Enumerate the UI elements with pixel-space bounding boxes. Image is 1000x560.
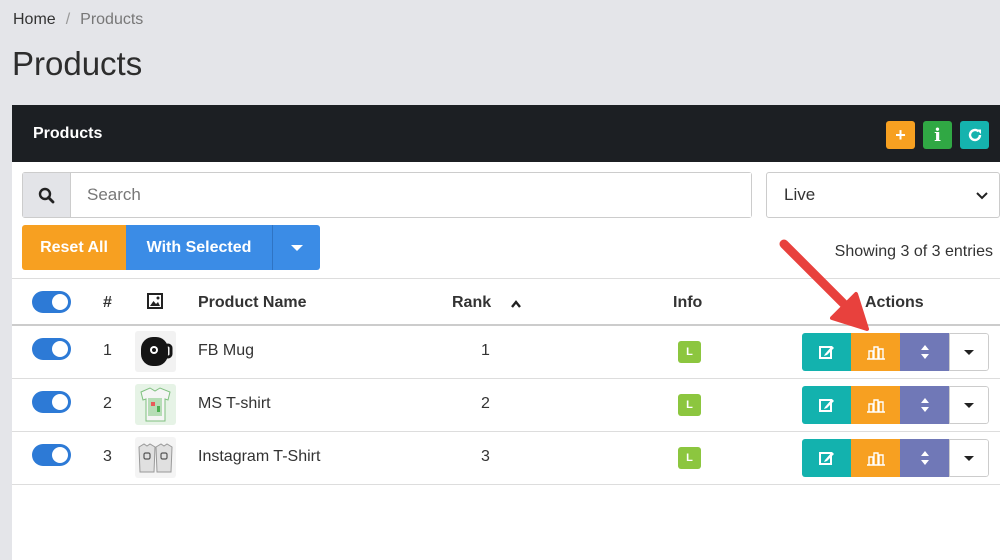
column-rank[interactable]: Rank bbox=[452, 294, 491, 312]
image-column-header bbox=[147, 293, 163, 314]
info-badge: L bbox=[678, 341, 701, 363]
building-stats-icon bbox=[866, 346, 885, 360]
more-actions-dropdown[interactable] bbox=[949, 386, 989, 424]
row-actions bbox=[802, 439, 989, 477]
product-name: MS T-shirt bbox=[198, 395, 271, 412]
product-name: Instagram T-Shirt bbox=[198, 448, 321, 465]
edit-button[interactable] bbox=[802, 333, 851, 371]
product-thumbnail[interactable] bbox=[135, 331, 176, 372]
page-title: Products bbox=[12, 45, 143, 82]
row-live-toggle[interactable] bbox=[32, 338, 71, 360]
product-thumbnail[interactable] bbox=[135, 437, 176, 478]
caret-down-icon bbox=[964, 455, 974, 461]
more-actions-dropdown[interactable] bbox=[949, 333, 989, 371]
status-select-value: Live bbox=[784, 185, 816, 204]
breadcrumb: Home / Products bbox=[13, 11, 143, 29]
product-rank: 2 bbox=[481, 395, 490, 412]
table-row: 1 FB Mug 1 L bbox=[12, 326, 1000, 379]
sort-icon bbox=[920, 398, 929, 412]
row-number: 2 bbox=[103, 395, 112, 412]
select-all-toggle[interactable] bbox=[32, 291, 71, 313]
info-badge: L bbox=[678, 447, 701, 469]
reorder-button[interactable] bbox=[900, 333, 949, 371]
caret-down-icon bbox=[964, 402, 974, 408]
refresh-button[interactable] bbox=[960, 121, 989, 149]
add-product-button[interactable]: + bbox=[886, 121, 915, 149]
sort-up-icon[interactable] bbox=[510, 296, 522, 314]
row-number: 3 bbox=[103, 448, 112, 465]
row-live-toggle[interactable] bbox=[32, 444, 71, 466]
column-info: Info bbox=[673, 294, 703, 311]
table-row: 2 MS T-shirt 2 L bbox=[12, 379, 1000, 432]
stats-button[interactable] bbox=[851, 333, 900, 371]
search-group bbox=[22, 172, 752, 218]
column-product-name[interactable]: Product Name bbox=[198, 294, 306, 312]
search-input[interactable] bbox=[71, 173, 751, 217]
products-table: # Product Name Rank Info Actions 1 FB Mu… bbox=[12, 278, 1000, 485]
product-name: FB Mug bbox=[198, 342, 255, 359]
breadcrumb-separator: / bbox=[65, 11, 71, 28]
with-selected-dropdown-toggle[interactable] bbox=[272, 225, 320, 270]
info-button[interactable]: i bbox=[923, 121, 952, 149]
sort-icon bbox=[920, 451, 929, 465]
product-thumbnail[interactable] bbox=[135, 384, 176, 425]
status-select[interactable]: Live bbox=[766, 172, 1000, 218]
panel-title: Products bbox=[33, 125, 103, 142]
breadcrumb-current: Products bbox=[80, 11, 144, 28]
caret-down-icon bbox=[964, 349, 974, 355]
reorder-button[interactable] bbox=[900, 386, 949, 424]
row-live-toggle[interactable] bbox=[32, 391, 71, 413]
image-icon bbox=[147, 293, 163, 309]
edit-button[interactable] bbox=[802, 439, 851, 477]
search-icon bbox=[38, 187, 55, 203]
edit-button[interactable] bbox=[802, 386, 851, 424]
edit-icon bbox=[818, 452, 834, 465]
edit-icon bbox=[818, 346, 834, 359]
breadcrumb-home-link[interactable]: Home bbox=[13, 11, 56, 28]
products-panel: Products + i Live Reset All With Selecte… bbox=[12, 105, 1000, 560]
column-number: # bbox=[103, 294, 112, 311]
column-actions: Actions bbox=[865, 294, 924, 311]
info-badge: L bbox=[678, 394, 701, 416]
stats-button[interactable] bbox=[851, 386, 900, 424]
info-icon: i bbox=[934, 124, 941, 146]
stats-button[interactable] bbox=[851, 439, 900, 477]
product-rank: 1 bbox=[481, 342, 490, 359]
with-selected-button[interactable]: With Selected bbox=[126, 225, 272, 270]
reorder-button[interactable] bbox=[900, 439, 949, 477]
row-actions bbox=[802, 386, 989, 424]
more-actions-dropdown[interactable] bbox=[949, 439, 989, 477]
row-number: 1 bbox=[103, 342, 112, 359]
table-row: 3 Instagram T-Shirt 3 L bbox=[12, 432, 1000, 485]
plus-icon: + bbox=[895, 124, 906, 145]
sort-icon bbox=[920, 345, 929, 359]
search-addon[interactable] bbox=[23, 173, 71, 217]
entries-info: Showing 3 of 3 entries bbox=[834, 243, 993, 260]
panel-header: Products + i bbox=[12, 105, 1000, 162]
caret-down-icon bbox=[290, 244, 303, 251]
building-stats-icon bbox=[866, 452, 885, 466]
product-rank: 3 bbox=[481, 448, 490, 465]
building-stats-icon bbox=[866, 399, 885, 413]
row-actions bbox=[802, 333, 989, 371]
edit-icon bbox=[818, 399, 834, 412]
reset-all-button[interactable]: Reset All bbox=[22, 225, 126, 270]
chevron-down-icon bbox=[976, 192, 988, 200]
table-header: # Product Name Rank Info Actions bbox=[12, 278, 1000, 326]
refresh-icon bbox=[968, 128, 981, 142]
